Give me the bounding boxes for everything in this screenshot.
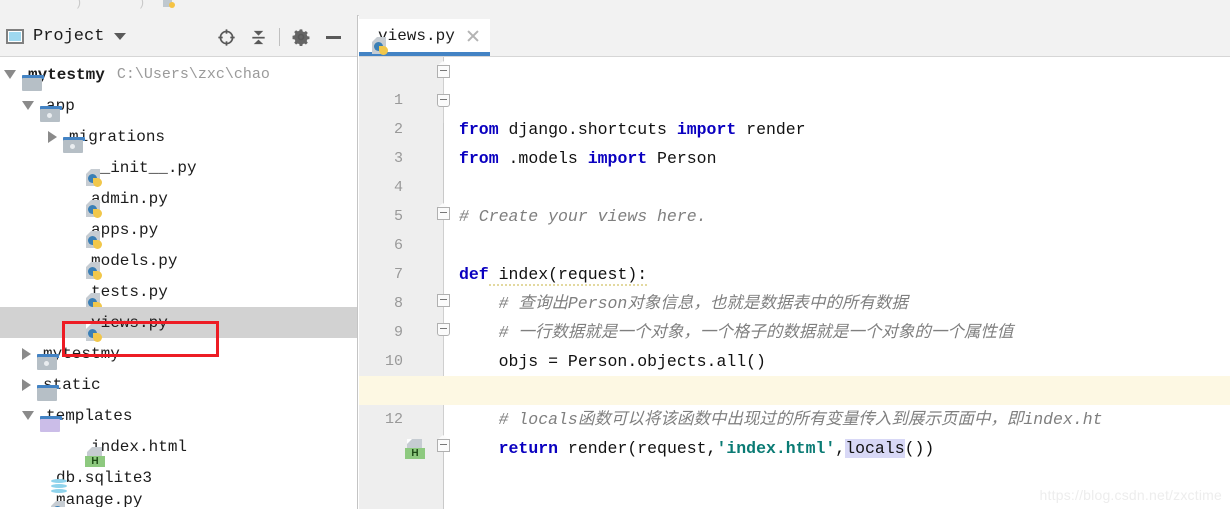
tree-label: tests.py bbox=[91, 282, 168, 301]
code-line[interactable]: 8 # 一行数据就是一个对象，一个格子的数据就是一个对象的一个属性值 bbox=[359, 260, 1230, 342]
ghost-python-icon bbox=[163, 0, 175, 9]
editor-area: views.py H 1 from django.shortcut bbox=[359, 15, 1230, 509]
collapse-arrow-icon[interactable] bbox=[48, 130, 57, 143]
tree-row-db-sqlite3[interactable]: db.sqlite3 bbox=[0, 462, 357, 493]
tree-row-views-py[interactable]: views.py bbox=[0, 307, 357, 342]
no-arrow-spacer bbox=[70, 446, 79, 447]
expand-arrow-icon[interactable] bbox=[22, 101, 34, 110]
minimize-icon bbox=[325, 35, 341, 39]
code-line[interactable]: 11 # locals函数可以将该函数中出现过的所有变量传入到展示页面中，即in… bbox=[359, 347, 1230, 429]
code-line[interactable]: 1 from django.shortcuts import render bbox=[359, 57, 1230, 139]
project-panel-toolbar bbox=[210, 26, 349, 48]
ghost-text-left: ) bbox=[75, 0, 83, 10]
tree-label: db.sqlite3 bbox=[56, 468, 153, 487]
tree-label: __init__.py bbox=[91, 158, 197, 177]
code-line[interactable]: 6 def index(request): bbox=[359, 202, 1230, 286]
ghost-text-right: ) bbox=[138, 0, 146, 10]
editor-tab-bar: views.py bbox=[359, 15, 1230, 57]
project-window-icon bbox=[6, 28, 24, 44]
tree-row-init-py[interactable]: __init__.py bbox=[0, 152, 357, 187]
top-cutoff-strip: ) ) bbox=[0, 0, 1230, 16]
tree-row-apps-py[interactable]: apps.py bbox=[0, 214, 357, 249]
code-line[interactable]: 4 # Create your views here. bbox=[359, 144, 1230, 226]
no-arrow-spacer bbox=[70, 167, 79, 168]
collapse-arrow-icon[interactable] bbox=[22, 378, 31, 391]
collapse-arrow-icon[interactable] bbox=[22, 347, 31, 360]
gear-icon bbox=[292, 29, 310, 46]
tree-row-static[interactable]: static bbox=[0, 369, 357, 401]
no-arrow-spacer bbox=[70, 260, 79, 261]
no-arrow-spacer bbox=[70, 198, 79, 199]
code-view[interactable]: H 1 from django.shortcuts import render … bbox=[359, 57, 1230, 509]
tree-label: models.py bbox=[91, 251, 178, 270]
tree-label: admin.py bbox=[91, 189, 168, 208]
code-line[interactable]: 7 # 查询出Person对象信息，也就是数据表中的所有数据 bbox=[359, 231, 1230, 313]
tab-label: views.py bbox=[378, 26, 455, 45]
code-line[interactable]: 10 bbox=[359, 318, 1230, 370]
code-line[interactable]: 3 bbox=[359, 115, 1230, 167]
toolbar-divider bbox=[279, 28, 280, 46]
tree-row-index-html[interactable]: H index.html bbox=[0, 431, 357, 467]
collapse-all-icon bbox=[251, 30, 265, 44]
chevron-down-icon[interactable] bbox=[114, 32, 127, 40]
tree-row-tests-py[interactable]: tests.py bbox=[0, 276, 357, 311]
project-title-group[interactable]: Project bbox=[6, 23, 127, 49]
no-arrow-spacer bbox=[70, 229, 79, 230]
tree-row-admin-py[interactable]: admin.py bbox=[0, 183, 357, 218]
project-tool-window: Project mytestmy C:\Users\zxc\chao migra… bbox=[0, 15, 358, 509]
project-panel-title: Project bbox=[33, 26, 105, 46]
expand-arrow-icon[interactable] bbox=[22, 411, 34, 420]
code-line[interactable]: 2 from .models import Person bbox=[359, 86, 1230, 168]
watermark-text: https://blog.csdn.net/zxctime bbox=[1039, 487, 1222, 503]
locate-button[interactable] bbox=[210, 26, 242, 48]
tree-label: manage.py bbox=[56, 493, 143, 507]
expand-arrow-icon[interactable] bbox=[4, 70, 16, 79]
tree-row-manage-py[interactable]: manage.py bbox=[0, 493, 357, 507]
code-line[interactable]: 9 objs = Person.objects.all() bbox=[359, 289, 1230, 371]
tree-row-templates[interactable]: templates bbox=[0, 400, 357, 432]
code-lines: 1 from django.shortcuts import render 2 … bbox=[359, 57, 1230, 509]
tree-label: apps.py bbox=[91, 220, 159, 239]
code-line-active[interactable]: 12 return render(request,'index.html',lo… bbox=[359, 376, 1230, 458]
project-tree: mytestmy C:\Users\zxc\chao app migration… bbox=[0, 57, 357, 507]
no-arrow-spacer bbox=[70, 291, 79, 292]
settings-button[interactable] bbox=[285, 26, 317, 48]
tree-row-mytestmy-module[interactable]: mytestmy bbox=[0, 338, 357, 370]
line-number: 12 bbox=[384, 411, 403, 428]
line-content: return render(request,'index.html',local… bbox=[498, 439, 935, 458]
line-content: # locals函数可以将该函数中出现过的所有变量传入到展示页面中，即index… bbox=[459, 410, 1103, 429]
tree-row-app[interactable]: app bbox=[0, 90, 357, 122]
tree-row-root[interactable]: mytestmy C:\Users\zxc\chao bbox=[0, 59, 357, 91]
collapse-all-button[interactable] bbox=[242, 26, 274, 48]
tree-row-models-py[interactable]: models.py bbox=[0, 245, 357, 280]
minimize-button[interactable] bbox=[317, 26, 349, 48]
pycharm-window: ) ) Project mytestmy C:\Users\zxc\chao m… bbox=[0, 0, 1230, 509]
close-icon[interactable] bbox=[466, 29, 480, 43]
tree-label: views.py bbox=[91, 313, 168, 332]
tree-label: index.html bbox=[91, 437, 188, 456]
locate-icon bbox=[217, 28, 235, 46]
code-line[interactable]: 5 bbox=[359, 173, 1230, 225]
project-panel-header: Project bbox=[0, 15, 357, 57]
tab-views-py[interactable]: views.py bbox=[359, 19, 490, 56]
project-root-path: C:\Users\zxc\chao bbox=[116, 66, 270, 83]
no-arrow-spacer bbox=[70, 322, 79, 323]
tree-row-migrations[interactable]: migrations bbox=[0, 121, 357, 153]
